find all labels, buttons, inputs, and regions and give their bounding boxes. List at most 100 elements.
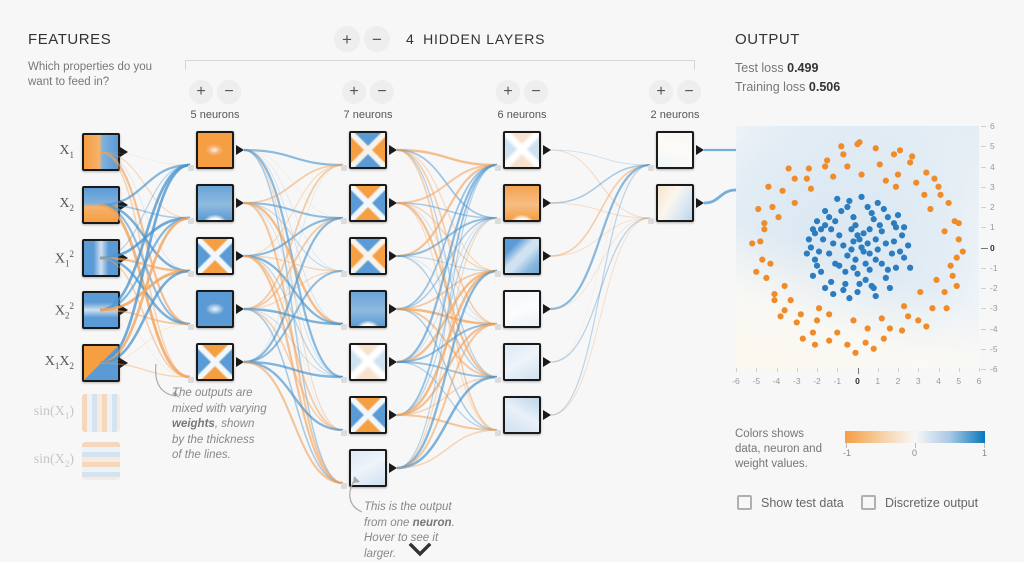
- neuron-output-connector: [543, 145, 551, 155]
- weight-link: [243, 149, 344, 219]
- hidden-neuron[interactable]: [503, 396, 541, 434]
- data-point: [781, 282, 788, 290]
- discretize-output-row[interactable]: Discretize output: [861, 495, 978, 510]
- hidden-neuron[interactable]: [503, 343, 541, 381]
- x-tickmark: [736, 368, 737, 372]
- neuron-output-connector: [389, 463, 397, 473]
- weight-link: [396, 413, 498, 432]
- x-tick-label: -4: [772, 376, 781, 386]
- hidden-neuron[interactable]: [349, 184, 387, 222]
- hidden-neuron[interactable]: [349, 131, 387, 169]
- hidden-neuron[interactable]: [349, 290, 387, 328]
- discretize-output-checkbox[interactable]: [861, 495, 876, 510]
- remove-neuron-button[interactable]: −: [677, 80, 701, 104]
- x-tickmark: [857, 368, 859, 374]
- weight-link: [396, 164, 498, 416]
- show-test-data-checkbox[interactable]: [737, 495, 752, 510]
- add-neuron-button[interactable]: +: [342, 80, 366, 104]
- data-point: [753, 268, 760, 275]
- hidden-layers-label: HIDDEN LAYERS: [423, 31, 546, 47]
- weight-link: [243, 269, 344, 364]
- weight-link: [550, 149, 651, 166]
- feature-node[interactable]: [82, 291, 120, 329]
- data-point: [858, 171, 865, 178]
- add-layer-button[interactable]: +: [334, 26, 360, 52]
- hidden-neuron[interactable]: [656, 184, 694, 222]
- feature-node[interactable]: [82, 344, 120, 382]
- feature-node[interactable]: [82, 239, 120, 277]
- hidden-neuron[interactable]: [349, 343, 387, 381]
- weight-link: [396, 216, 498, 258]
- hidden-neuron[interactable]: [503, 290, 541, 328]
- hidden-neuron[interactable]: [503, 184, 541, 222]
- remove-layer-button[interactable]: −: [364, 26, 390, 52]
- data-point: [822, 207, 829, 215]
- layer-header: + − 5 neurons: [154, 80, 276, 121]
- data-point: [937, 191, 944, 198]
- weight-link: [243, 164, 344, 257]
- weight-link: [396, 201, 498, 379]
- weight-link: [243, 216, 344, 258]
- feature-output-connector: [120, 200, 128, 210]
- x-tick-label: 4: [936, 376, 941, 386]
- y-tick-label: -2: [990, 283, 998, 293]
- hidden-neuron[interactable]: [196, 131, 234, 169]
- feature-node[interactable]: [82, 133, 120, 171]
- remove-neuron-button[interactable]: −: [370, 80, 394, 104]
- remove-neuron-button[interactable]: −: [524, 80, 548, 104]
- x-tick-label: -1: [833, 376, 842, 386]
- add-neuron-button[interactable]: +: [649, 80, 673, 104]
- x-tick-label: -2: [813, 376, 821, 386]
- add-neuron-button[interactable]: +: [496, 80, 520, 104]
- x-tickmark: [958, 368, 960, 372]
- weight-link: [243, 323, 344, 363]
- data-point: [864, 325, 871, 332]
- weight-link: [243, 202, 344, 378]
- hidden-neuron[interactable]: [196, 237, 234, 275]
- data-point: [815, 248, 823, 255]
- feature-output-connector: [120, 253, 128, 263]
- hidden-neuron[interactable]: [656, 131, 694, 169]
- hidden-neuron[interactable]: [349, 396, 387, 434]
- feature-node[interactable]: [82, 186, 120, 224]
- weight-link: [396, 149, 498, 272]
- data-point: [949, 272, 956, 279]
- x-tickmark: [796, 368, 798, 372]
- feature-node[interactable]: [82, 394, 120, 432]
- hidden-neuron[interactable]: [503, 237, 541, 275]
- hidden-neuron[interactable]: [349, 237, 387, 275]
- data-point: [905, 242, 912, 249]
- data-point: [892, 224, 900, 231]
- scatter-series: [749, 139, 966, 356]
- legend-line-2: data, neuron and: [735, 443, 822, 455]
- data-point: [838, 207, 845, 215]
- hidden-neuron[interactable]: [503, 131, 541, 169]
- data-point: [852, 349, 859, 356]
- data-point: [870, 284, 877, 292]
- data-point: [882, 240, 889, 247]
- y-tickmark: [981, 308, 986, 310]
- data-point: [894, 212, 902, 219]
- hidden-neuron[interactable]: [196, 290, 234, 328]
- neuron-count-label: 6 neurons: [497, 109, 547, 121]
- weight-link: [243, 164, 344, 363]
- neuron-output-connector: [389, 251, 397, 261]
- data-point: [941, 288, 948, 296]
- neuron-input-connector: [341, 324, 347, 330]
- feature-label: sin(X2): [33, 452, 74, 469]
- add-neuron-button[interactable]: +: [189, 80, 213, 104]
- data-point: [933, 276, 940, 283]
- hidden-neuron[interactable]: [196, 343, 234, 381]
- hidden-neuron[interactable]: [196, 184, 234, 222]
- color-scale-bar: [845, 431, 985, 443]
- data-point: [884, 214, 891, 221]
- training-loss-value: 0.506: [808, 80, 841, 94]
- remove-neuron-button[interactable]: −: [217, 80, 241, 104]
- chevron-down-icon[interactable]: [406, 540, 434, 560]
- feature-node[interactable]: [82, 442, 120, 480]
- show-test-data-row[interactable]: Show test data: [737, 495, 844, 510]
- data-point: [842, 280, 849, 288]
- neuron-line-1: This is the output: [364, 501, 452, 513]
- output-scatter-plot[interactable]: [736, 126, 979, 369]
- neuron-output-connector: [389, 145, 397, 155]
